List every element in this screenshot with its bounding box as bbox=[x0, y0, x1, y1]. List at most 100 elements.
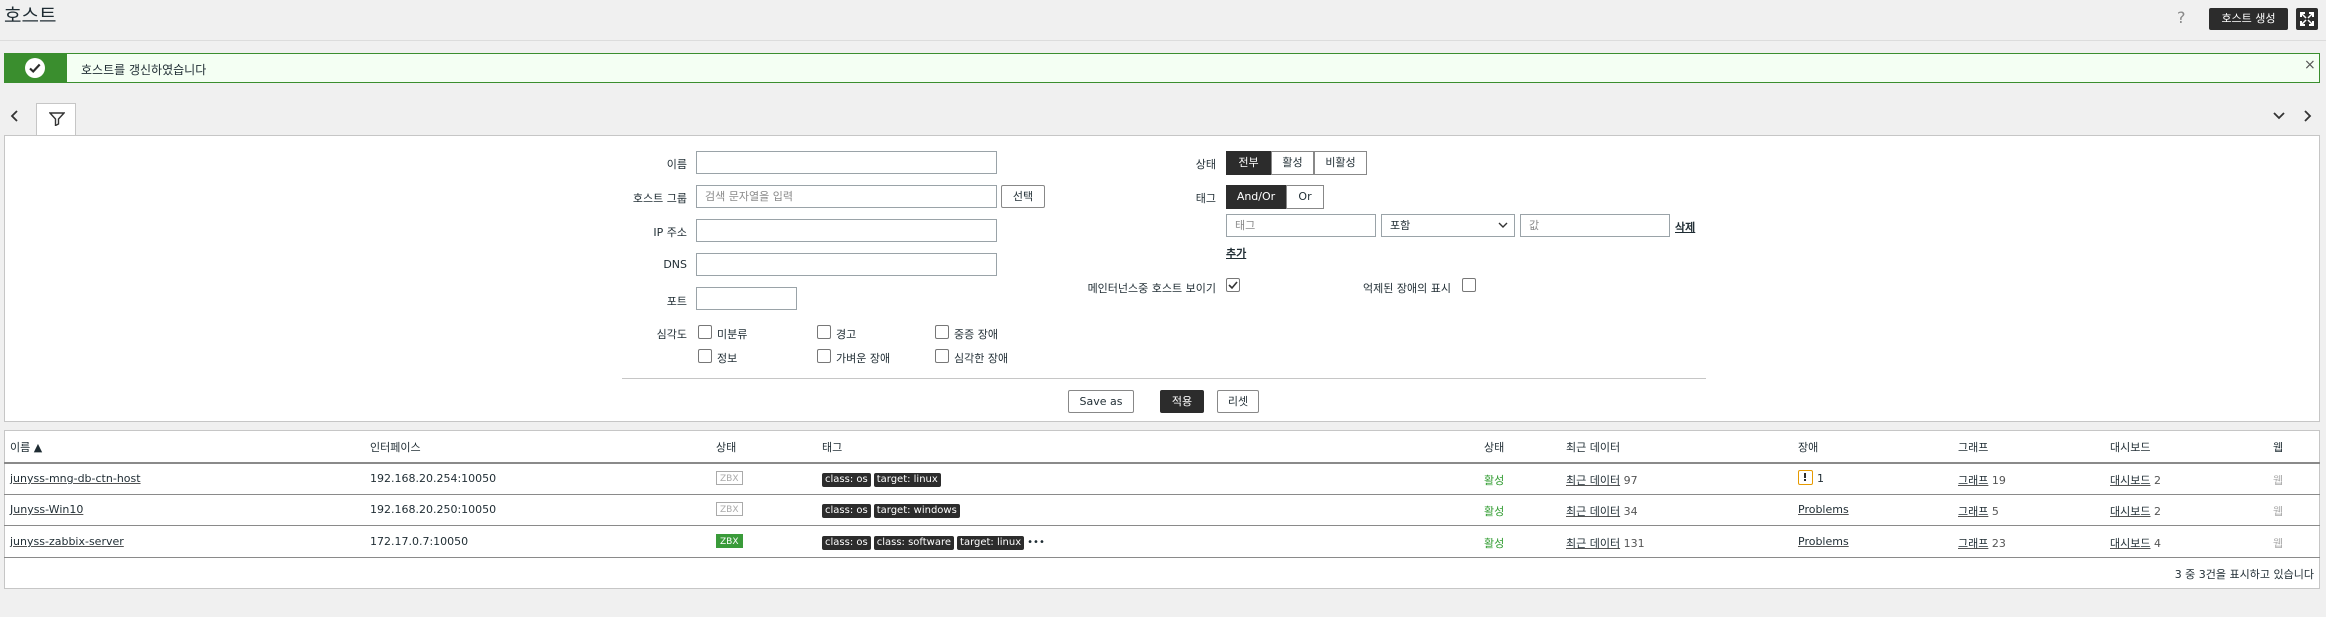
chevron-right-icon[interactable] bbox=[2301, 109, 2313, 126]
column-header-status[interactable]: 상태 bbox=[1484, 439, 1504, 455]
tag-operator-value: 포함 bbox=[1390, 219, 1411, 232]
host-tags: class: os class: software target: linux ••• bbox=[822, 534, 1045, 550]
graphs-link[interactable]: 그래프 bbox=[1958, 474, 1988, 487]
hostgroup-label: 호스트 그룹 bbox=[632, 192, 687, 205]
severity-checkbox[interactable] bbox=[698, 325, 712, 339]
row-divider bbox=[4, 525, 2320, 526]
column-header-latest-data: 최근 데이터 bbox=[1566, 441, 1621, 454]
web-link: 웹 bbox=[2273, 505, 2284, 518]
suppressed-checkbox[interactable] bbox=[1462, 278, 1476, 292]
check-icon bbox=[25, 58, 45, 78]
apply-button[interactable]: 적용 bbox=[1160, 390, 1204, 413]
column-header-problems: 장애 bbox=[1798, 441, 1819, 454]
dns-input[interactable] bbox=[696, 253, 997, 276]
chevron-down-icon bbox=[1498, 222, 1508, 228]
tag-value-input[interactable]: 값 bbox=[1520, 214, 1670, 237]
host-name-link[interactable]: junyss-mng-db-ctn-host bbox=[10, 472, 141, 485]
tag-name-input[interactable]: 태그 bbox=[1226, 214, 1376, 237]
maintenance-checkbox[interactable] bbox=[1226, 278, 1240, 292]
tag-badge[interactable]: target: windows bbox=[873, 504, 960, 518]
row-divider bbox=[4, 494, 2320, 495]
status-option-disabled[interactable]: 비활성 bbox=[1314, 151, 1367, 175]
add-tag-link[interactable]: 추가 bbox=[1226, 245, 1246, 261]
host-status[interactable]: 활성 bbox=[1484, 535, 1504, 551]
severity-checkbox[interactable] bbox=[698, 349, 712, 363]
tag-operator-select[interactable]: 포함 bbox=[1381, 214, 1515, 237]
warning-problem-icon[interactable] bbox=[1798, 470, 1813, 485]
severity-checkbox[interactable] bbox=[935, 325, 949, 339]
tag-badge[interactable]: class: os bbox=[822, 536, 871, 550]
graphs-count: 5 bbox=[1991, 505, 1999, 518]
dashboards-count: 4 bbox=[2153, 537, 2161, 550]
remove-tag-link[interactable]: 삭제 bbox=[1675, 219, 1695, 235]
hostgroup-input[interactable]: 검색 문자열을 입력 bbox=[696, 185, 997, 208]
name-input[interactable] bbox=[696, 151, 997, 174]
chevron-down-icon[interactable] bbox=[2272, 110, 2286, 125]
suppressed-label: 억제된 장애의 표시 bbox=[1363, 282, 1451, 295]
latest-data-link[interactable]: 최근 데이터 bbox=[1566, 537, 1620, 550]
status-label: 상태 bbox=[1195, 158, 1216, 171]
host-status[interactable]: 활성 bbox=[1484, 503, 1504, 519]
more-tags-button[interactable]: ••• bbox=[1027, 537, 1045, 548]
host-name-link[interactable]: Junyss-Win10 bbox=[10, 503, 83, 516]
message-text: 호스트를 갱신하였습니다 bbox=[81, 63, 207, 77]
tag-badge[interactable]: class: os bbox=[822, 504, 871, 518]
help-icon[interactable]: ? bbox=[2177, 8, 2186, 27]
host-name-link[interactable]: junyss-zabbix-server bbox=[10, 535, 124, 548]
severity-label: 심각도 bbox=[656, 328, 687, 341]
page-header bbox=[0, 0, 2326, 41]
tag-badge[interactable]: target: linux bbox=[957, 536, 1025, 550]
severity-label-item: 심각한 장애 bbox=[954, 352, 1009, 365]
fullscreen-button[interactable] bbox=[2296, 8, 2318, 30]
dns-label: DNS bbox=[663, 258, 687, 271]
severity-label-item: 경고 bbox=[836, 328, 857, 341]
severity-label-item: 중증 장애 bbox=[954, 328, 998, 341]
latest-data-count: 97 bbox=[1623, 474, 1638, 487]
success-message: 호스트를 갱신하였습니다 × bbox=[4, 53, 2320, 83]
severity-checkbox[interactable] bbox=[817, 349, 831, 363]
host-tags: class: os target: windows bbox=[822, 502, 963, 518]
severity-label-item: 미분류 bbox=[717, 328, 748, 341]
tag-badge[interactable]: class: software bbox=[873, 536, 955, 550]
severity-checkbox[interactable] bbox=[935, 349, 949, 363]
problems-link[interactable]: Problems bbox=[1798, 503, 1849, 516]
host-interface: 172.17.0.7:10050 bbox=[370, 535, 469, 548]
port-label: 포트 bbox=[666, 295, 687, 308]
graphs-link[interactable]: 그래프 bbox=[1958, 537, 1988, 550]
reset-button[interactable]: 리셋 bbox=[1217, 390, 1259, 413]
severity-checkbox[interactable] bbox=[817, 325, 831, 339]
tag-op-andor[interactable]: And/Or bbox=[1226, 185, 1286, 209]
dashboards-link[interactable]: 대시보드 bbox=[2110, 505, 2150, 518]
ip-input[interactable] bbox=[696, 219, 997, 242]
web-link: 웹 bbox=[2273, 537, 2284, 550]
save-as-button[interactable]: Save as bbox=[1068, 390, 1134, 413]
create-host-button[interactable]: 호스트 생성 bbox=[2209, 8, 2288, 30]
host-status[interactable]: 활성 bbox=[1484, 472, 1504, 488]
problems-link[interactable]: Problems bbox=[1798, 535, 1849, 548]
column-header-name[interactable]: 이름 ▲ bbox=[10, 439, 42, 455]
chevron-left-icon[interactable] bbox=[9, 109, 21, 126]
dashboards-count: 2 bbox=[2153, 505, 2161, 518]
host-interface: 192.168.20.254:10050 bbox=[370, 472, 497, 485]
latest-data-link[interactable]: 최근 데이터 bbox=[1566, 505, 1620, 518]
select-button[interactable]: 선택 bbox=[1001, 185, 1045, 208]
row-divider bbox=[4, 557, 2320, 558]
tag-op-or[interactable]: Or bbox=[1286, 185, 1324, 209]
host-interface: 192.168.20.250:10050 bbox=[370, 503, 497, 516]
port-input[interactable] bbox=[696, 287, 797, 310]
dashboards-link[interactable]: 대시보드 bbox=[2110, 537, 2150, 550]
filter-icon bbox=[49, 112, 65, 126]
tab-filter[interactable] bbox=[36, 103, 76, 135]
column-header-tags: 태그 bbox=[822, 441, 843, 454]
status-option-enabled[interactable]: 활성 bbox=[1271, 151, 1314, 175]
problem-count: 1 bbox=[1817, 472, 1824, 485]
status-option-all[interactable]: 전부 bbox=[1226, 151, 1271, 175]
fullscreen-icon bbox=[2300, 12, 2314, 26]
graphs-link[interactable]: 그래프 bbox=[1958, 505, 1988, 518]
dashboards-link[interactable]: 대시보드 bbox=[2110, 474, 2150, 487]
latest-data-link[interactable]: 최근 데이터 bbox=[1566, 474, 1620, 487]
close-icon[interactable]: × bbox=[2304, 57, 2316, 73]
tag-badge[interactable]: target: linux bbox=[873, 473, 941, 487]
tag-badge[interactable]: class: os bbox=[822, 473, 871, 487]
zbx-availability-badge: ZBX bbox=[716, 502, 743, 516]
